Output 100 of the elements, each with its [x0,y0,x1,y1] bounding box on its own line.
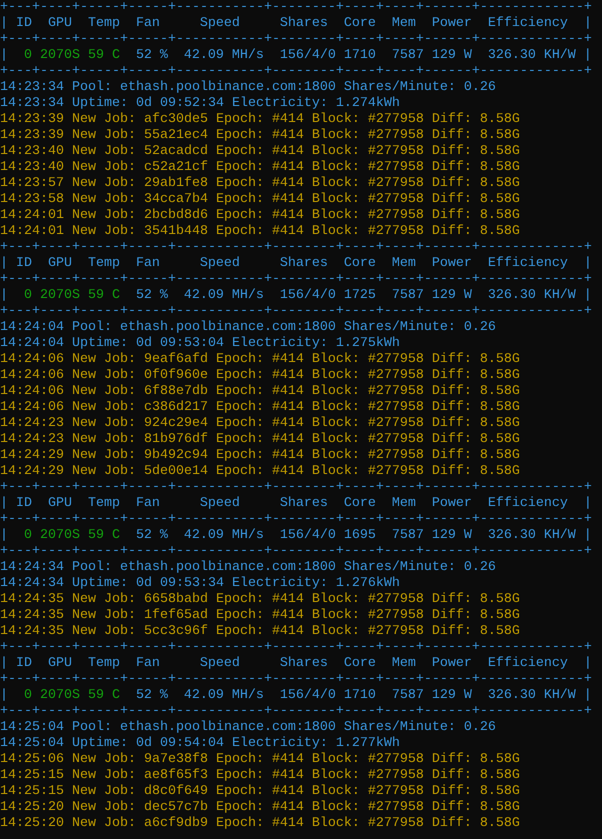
table-cell: 326.30 KH/W [488,688,576,704]
table-cell: 129 W [432,688,472,704]
log-line: 14:24:34 Pool: ethash.poolbinance.com:1800 Shares/Minute: 0.26 [0,560,496,575]
table-edge: | [584,288,592,304]
column-header: Mem [392,256,416,272]
table-cell: 156/4/0 [280,288,336,304]
table-border: +---+----+-----+-----+-----------+--------+----+----+------+-------------+ [0,64,592,80]
column-header: GPU [48,16,72,32]
table-edge: | [0,48,8,64]
table-edge: | [584,656,592,672]
log-line: 14:24:35 New Job: 1fef65ad Epoch: #414 Block: #277958 Diff: 8.58G [0,608,520,623]
column-header: ID [16,256,32,272]
log-line: 14:24:29 New Job: 5de00e14 Epoch: #414 Block: #277958 Diff: 8.58G [0,464,520,479]
table-cell: 0 [24,688,32,704]
log-line: 14:24:06 New Job: 6f88e7db Epoch: #414 Block: #277958 Diff: 8.58G [0,384,520,399]
column-header: Speed [200,496,240,512]
log-line: 14:24:29 New Job: 9b492c94 Epoch: #414 Block: #277958 Diff: 8.58G [0,448,520,463]
table-border: +---+----+-----+-----+-----------+--------+----+----+------+-------------+ [0,544,592,560]
table-cell: 2070S [40,688,80,704]
table-cell: 42.09 MH/s [184,48,264,64]
log-line: 14:24:23 New Job: 924c29e4 Epoch: #414 Block: #277958 Diff: 8.58G [0,416,520,431]
column-header: Shares [280,16,328,32]
table-cell: 7587 [392,688,424,704]
column-header: Fan [136,256,160,272]
table-cell: 1725 [344,288,376,304]
table-cell: 129 W [432,288,472,304]
log-line: 14:23:39 New Job: afc30de5 Epoch: #414 Block: #277958 Diff: 8.58G [0,112,520,127]
column-header: Fan [136,496,160,512]
table-cell: 59 C [88,688,120,704]
table-edge: | [0,288,8,304]
column-header: Power [432,16,472,32]
column-header: ID [16,16,32,32]
table-border: +---+----+-----+-----+-----------+--------+----+----+------+-------------+ [0,304,592,320]
table-edge: | [0,256,8,272]
table-border: +---+----+-----+-----+-----------+--------+----+----+------+-------------+ [0,640,592,656]
log-line: 14:24:06 New Job: c386d217 Epoch: #414 Block: #277958 Diff: 8.58G [0,400,520,415]
log-line: 14:23:40 New Job: 52acadcd Epoch: #414 Block: #277958 Diff: 8.58G [0,144,520,159]
table-cell: 7587 [392,528,424,544]
column-header: GPU [48,496,72,512]
column-header: ID [16,656,32,672]
table-cell: 52 % [136,288,168,304]
log-line: 14:23:39 New Job: 55a21ec4 Epoch: #414 Block: #277958 Diff: 8.58G [0,128,520,143]
table-edge: | [0,656,8,672]
log-line: 14:24:35 New Job: 5cc3c96f Epoch: #414 Block: #277958 Diff: 8.58G [0,624,520,639]
table-cell: 156/4/0 [280,48,336,64]
column-header: Power [432,496,472,512]
table-edge: | [584,16,592,32]
column-header: Fan [136,656,160,672]
log-line: 14:24:01 New Job: 3541b448 Epoch: #414 Block: #277958 Diff: 8.58G [0,224,520,239]
log-line: 14:24:04 Uptime: 0d 09:53:04 Electricity: 1.275kWh [0,336,400,351]
log-line: 14:24:06 New Job: 0f0f960e Epoch: #414 Block: #277958 Diff: 8.58G [0,368,520,383]
table-cell: 42.09 MH/s [184,528,264,544]
table-edge: | [584,256,592,272]
column-header: Shares [280,656,328,672]
column-header: Efficiency [488,656,568,672]
table-cell: 129 W [432,48,472,64]
column-header: Shares [280,496,328,512]
column-header: Speed [200,256,240,272]
column-header: GPU [48,656,72,672]
table-edge: | [0,688,8,704]
table-cell: 59 C [88,288,120,304]
column-header: Speed [200,656,240,672]
table-border: +---+----+-----+-----+-----------+--------+----+----+------+-------------+ [0,672,592,688]
log-line: 14:24:04 Pool: ethash.poolbinance.com:1800 Shares/Minute: 0.26 [0,320,496,335]
log-line: 14:24:06 New Job: 9eaf6afd Epoch: #414 Block: #277958 Diff: 8.58G [0,352,520,367]
log-line: 14:25:15 New Job: d8c0f649 Epoch: #414 Block: #277958 Diff: 8.58G [0,784,520,799]
table-border: +---+----+-----+-----+-----------+--------+----+----+------+-------------+ [0,0,592,16]
column-header: Mem [392,496,416,512]
log-line: 14:25:04 Pool: ethash.poolbinance.com:1800 Shares/Minute: 0.26 [0,720,496,735]
table-border: +---+----+-----+-----+-----------+--------+----+----+------+-------------+ [0,272,592,288]
table-cell: 0 [24,288,32,304]
log-line: 14:25:06 New Job: 9a7e38f8 Epoch: #414 Block: #277958 Diff: 8.58G [0,752,520,767]
table-border: +---+----+-----+-----+-----------+--------+----+----+------+-------------+ [0,512,592,528]
table-cell: 7587 [392,288,424,304]
column-header: Temp [88,256,120,272]
table-cell: 326.30 KH/W [488,288,576,304]
log-line: 14:25:20 New Job: a6cf9db9 Epoch: #414 Block: #277958 Diff: 8.58G [0,816,520,831]
table-cell: 52 % [136,528,168,544]
column-header: Temp [88,496,120,512]
table-cell: 156/4/0 [280,688,336,704]
table-cell: 326.30 KH/W [488,48,576,64]
table-cell: 1710 [344,48,376,64]
table-border: +---+----+-----+-----+-----------+--------+----+----+------+-------------+ [0,480,592,496]
table-edge: | [0,16,8,32]
table-edge: | [0,496,8,512]
log-line: 14:23:34 Uptime: 0d 09:52:34 Electricity: 1.274kWh [0,96,400,111]
column-header: Power [432,256,472,272]
column-header: Temp [88,16,120,32]
table-cell: 59 C [88,528,120,544]
log-line: 14:25:15 New Job: ae8f65f3 Epoch: #414 Block: #277958 Diff: 8.58G [0,768,520,783]
log-line: 14:24:23 New Job: 81b976df Epoch: #414 Block: #277958 Diff: 8.58G [0,432,520,447]
table-cell: 1710 [344,688,376,704]
table-cell: 42.09 MH/s [184,688,264,704]
table-edge: | [584,528,592,544]
column-header: Fan [136,16,160,32]
table-edge: | [584,688,592,704]
column-header: Efficiency [488,496,568,512]
log-line: 14:24:35 New Job: 6658babd Epoch: #414 Block: #277958 Diff: 8.58G [0,592,520,607]
table-cell: 7587 [392,48,424,64]
table-cell: 1695 [344,528,376,544]
